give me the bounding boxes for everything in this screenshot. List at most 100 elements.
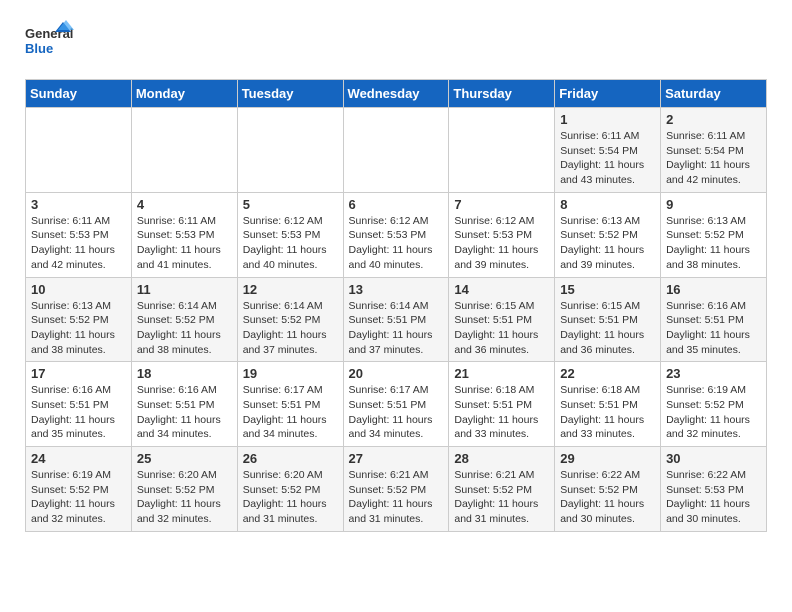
day-number: 15 bbox=[560, 282, 655, 297]
calendar-week-row: 1 Sunrise: 6:11 AM Sunset: 5:54 PM Daylig… bbox=[26, 108, 767, 193]
day-number: 11 bbox=[137, 282, 232, 297]
day-number: 18 bbox=[137, 366, 232, 381]
day-number: 30 bbox=[666, 451, 761, 466]
calendar-cell: 9Sunrise: 6:13 AM Sunset: 5:52 PM Daylig… bbox=[661, 192, 767, 277]
day-number: 24 bbox=[31, 451, 126, 466]
day-number: 8 bbox=[560, 197, 655, 212]
day-number: 29 bbox=[560, 451, 655, 466]
day-number: 14 bbox=[454, 282, 549, 297]
day-number: 17 bbox=[31, 366, 126, 381]
day-number: 1 bbox=[560, 112, 655, 127]
day-number: 12 bbox=[243, 282, 338, 297]
calendar-week-row: 10Sunrise: 6:13 AM Sunset: 5:52 PM Dayli… bbox=[26, 277, 767, 362]
day-info: Sunrise: 6:11 AM Sunset: 5:54 PM Dayligh… bbox=[666, 129, 761, 188]
calendar-cell: 7 Sunrise: 6:12 AM Sunset: 5:53 PM Daylig… bbox=[449, 192, 555, 277]
day-info: Sunrise: 6:18 AM Sunset: 5:51 PM Dayligh… bbox=[560, 383, 655, 442]
day-number: 7 bbox=[454, 197, 549, 212]
calendar-cell: 22 Sunrise: 6:18 AM Sunset: 5:51 PM Dayli… bbox=[555, 362, 661, 447]
calendar-body: 1 Sunrise: 6:11 AM Sunset: 5:54 PM Daylig… bbox=[26, 108, 767, 532]
day-info: Sunrise: 6:14 AM Sunset: 5:52 PM Dayligh… bbox=[137, 299, 232, 358]
day-number: 23 bbox=[666, 366, 761, 381]
svg-text:Blue: Blue bbox=[25, 41, 53, 56]
calendar-cell bbox=[26, 108, 132, 193]
day-info: Sunrise: 6:13 AM Sunset: 5:52 PM Dayligh… bbox=[560, 214, 655, 273]
calendar-cell: 18 Sunrise: 6:16 AM Sunset: 5:51 PM Dayli… bbox=[131, 362, 237, 447]
calendar-cell: 14Sunrise: 6:15 AM Sunset: 5:51 PM Dayli… bbox=[449, 277, 555, 362]
day-info: Sunrise: 6:11 AM Sunset: 5:53 PM Dayligh… bbox=[137, 214, 232, 273]
calendar-cell: 11 Sunrise: 6:14 AM Sunset: 5:52 PM Dayli… bbox=[131, 277, 237, 362]
calendar-cell bbox=[449, 108, 555, 193]
day-info: Sunrise: 6:12 AM Sunset: 5:53 PM Dayligh… bbox=[454, 214, 549, 273]
day-info: Sunrise: 6:12 AM Sunset: 5:53 PM Dayligh… bbox=[349, 214, 444, 273]
calendar-cell: 8 Sunrise: 6:13 AM Sunset: 5:52 PM Daylig… bbox=[555, 192, 661, 277]
day-number: 26 bbox=[243, 451, 338, 466]
calendar-cell: 2Sunrise: 6:11 AM Sunset: 5:54 PM Daylig… bbox=[661, 108, 767, 193]
day-info: Sunrise: 6:11 AM Sunset: 5:53 PM Dayligh… bbox=[31, 214, 126, 273]
day-info: Sunrise: 6:14 AM Sunset: 5:52 PM Dayligh… bbox=[243, 299, 338, 358]
day-number: 28 bbox=[454, 451, 549, 466]
weekday-header: Thursday bbox=[449, 80, 555, 108]
calendar-cell: 3 Sunrise: 6:11 AM Sunset: 5:53 PM Daylig… bbox=[26, 192, 132, 277]
day-number: 22 bbox=[560, 366, 655, 381]
day-info: Sunrise: 6:22 AM Sunset: 5:52 PM Dayligh… bbox=[560, 468, 655, 527]
day-number: 5 bbox=[243, 197, 338, 212]
day-info: Sunrise: 6:20 AM Sunset: 5:52 PM Dayligh… bbox=[243, 468, 338, 527]
calendar-cell: 28 Sunrise: 6:21 AM Sunset: 5:52 PM Dayli… bbox=[449, 447, 555, 532]
calendar-cell: 15 Sunrise: 6:15 AM Sunset: 5:51 PM Dayli… bbox=[555, 277, 661, 362]
weekday-header: Tuesday bbox=[237, 80, 343, 108]
calendar-cell bbox=[131, 108, 237, 193]
day-info: Sunrise: 6:19 AM Sunset: 5:52 PM Dayligh… bbox=[31, 468, 126, 527]
calendar-cell: 16 Sunrise: 6:16 AM Sunset: 5:51 PM Dayli… bbox=[661, 277, 767, 362]
day-info: Sunrise: 6:15 AM Sunset: 5:51 PM Dayligh… bbox=[560, 299, 655, 358]
calendar-cell: 20 Sunrise: 6:17 AM Sunset: 5:51 PM Dayli… bbox=[343, 362, 449, 447]
calendar-cell: 23 Sunrise: 6:19 AM Sunset: 5:52 PM Dayli… bbox=[661, 362, 767, 447]
day-number: 16 bbox=[666, 282, 761, 297]
calendar-cell bbox=[237, 108, 343, 193]
day-info: Sunrise: 6:16 AM Sunset: 5:51 PM Dayligh… bbox=[666, 299, 761, 358]
calendar-table: SundayMondayTuesdayWednesdayThursdayFrid… bbox=[25, 79, 767, 532]
day-number: 13 bbox=[349, 282, 444, 297]
calendar-cell: 6 Sunrise: 6:12 AM Sunset: 5:53 PM Daylig… bbox=[343, 192, 449, 277]
weekday-header: Monday bbox=[131, 80, 237, 108]
page-header: General Blue bbox=[25, 20, 767, 64]
calendar-cell: 12 Sunrise: 6:14 AM Sunset: 5:52 PM Dayli… bbox=[237, 277, 343, 362]
logo-svg: General Blue bbox=[25, 20, 75, 64]
calendar-cell: 13 Sunrise: 6:14 AM Sunset: 5:51 PM Dayli… bbox=[343, 277, 449, 362]
day-info: Sunrise: 6:19 AM Sunset: 5:52 PM Dayligh… bbox=[666, 383, 761, 442]
day-number: 20 bbox=[349, 366, 444, 381]
day-info: Sunrise: 6:17 AM Sunset: 5:51 PM Dayligh… bbox=[243, 383, 338, 442]
day-number: 25 bbox=[137, 451, 232, 466]
day-number: 3 bbox=[31, 197, 126, 212]
calendar-cell: 27 Sunrise: 6:21 AM Sunset: 5:52 PM Dayli… bbox=[343, 447, 449, 532]
weekday-row: SundayMondayTuesdayWednesdayThursdayFrid… bbox=[26, 80, 767, 108]
calendar-cell: 10Sunrise: 6:13 AM Sunset: 5:52 PM Dayli… bbox=[26, 277, 132, 362]
calendar-cell: 19 Sunrise: 6:17 AM Sunset: 5:51 PM Dayli… bbox=[237, 362, 343, 447]
day-number: 6 bbox=[349, 197, 444, 212]
day-info: Sunrise: 6:18 AM Sunset: 5:51 PM Dayligh… bbox=[454, 383, 549, 442]
day-number: 27 bbox=[349, 451, 444, 466]
day-info: Sunrise: 6:12 AM Sunset: 5:53 PM Dayligh… bbox=[243, 214, 338, 273]
weekday-header: Saturday bbox=[661, 80, 767, 108]
calendar-week-row: 3 Sunrise: 6:11 AM Sunset: 5:53 PM Daylig… bbox=[26, 192, 767, 277]
day-number: 4 bbox=[137, 197, 232, 212]
calendar-week-row: 17 Sunrise: 6:16 AM Sunset: 5:51 PM Dayli… bbox=[26, 362, 767, 447]
logo: General Blue bbox=[25, 20, 75, 64]
calendar-cell: 21 Sunrise: 6:18 AM Sunset: 5:51 PM Dayli… bbox=[449, 362, 555, 447]
calendar-header: SundayMondayTuesdayWednesdayThursdayFrid… bbox=[26, 80, 767, 108]
weekday-header: Friday bbox=[555, 80, 661, 108]
day-number: 9 bbox=[666, 197, 761, 212]
day-info: Sunrise: 6:16 AM Sunset: 5:51 PM Dayligh… bbox=[31, 383, 126, 442]
day-number: 19 bbox=[243, 366, 338, 381]
calendar-week-row: 24 Sunrise: 6:19 AM Sunset: 5:52 PM Dayli… bbox=[26, 447, 767, 532]
day-info: Sunrise: 6:21 AM Sunset: 5:52 PM Dayligh… bbox=[454, 468, 549, 527]
calendar-cell: 5 Sunrise: 6:12 AM Sunset: 5:53 PM Daylig… bbox=[237, 192, 343, 277]
day-info: Sunrise: 6:14 AM Sunset: 5:51 PM Dayligh… bbox=[349, 299, 444, 358]
calendar-cell: 30Sunrise: 6:22 AM Sunset: 5:53 PM Dayli… bbox=[661, 447, 767, 532]
day-info: Sunrise: 6:11 AM Sunset: 5:54 PM Dayligh… bbox=[560, 129, 655, 188]
day-info: Sunrise: 6:21 AM Sunset: 5:52 PM Dayligh… bbox=[349, 468, 444, 527]
day-info: Sunrise: 6:16 AM Sunset: 5:51 PM Dayligh… bbox=[137, 383, 232, 442]
day-info: Sunrise: 6:17 AM Sunset: 5:51 PM Dayligh… bbox=[349, 383, 444, 442]
day-number: 21 bbox=[454, 366, 549, 381]
weekday-header: Wednesday bbox=[343, 80, 449, 108]
weekday-header: Sunday bbox=[26, 80, 132, 108]
